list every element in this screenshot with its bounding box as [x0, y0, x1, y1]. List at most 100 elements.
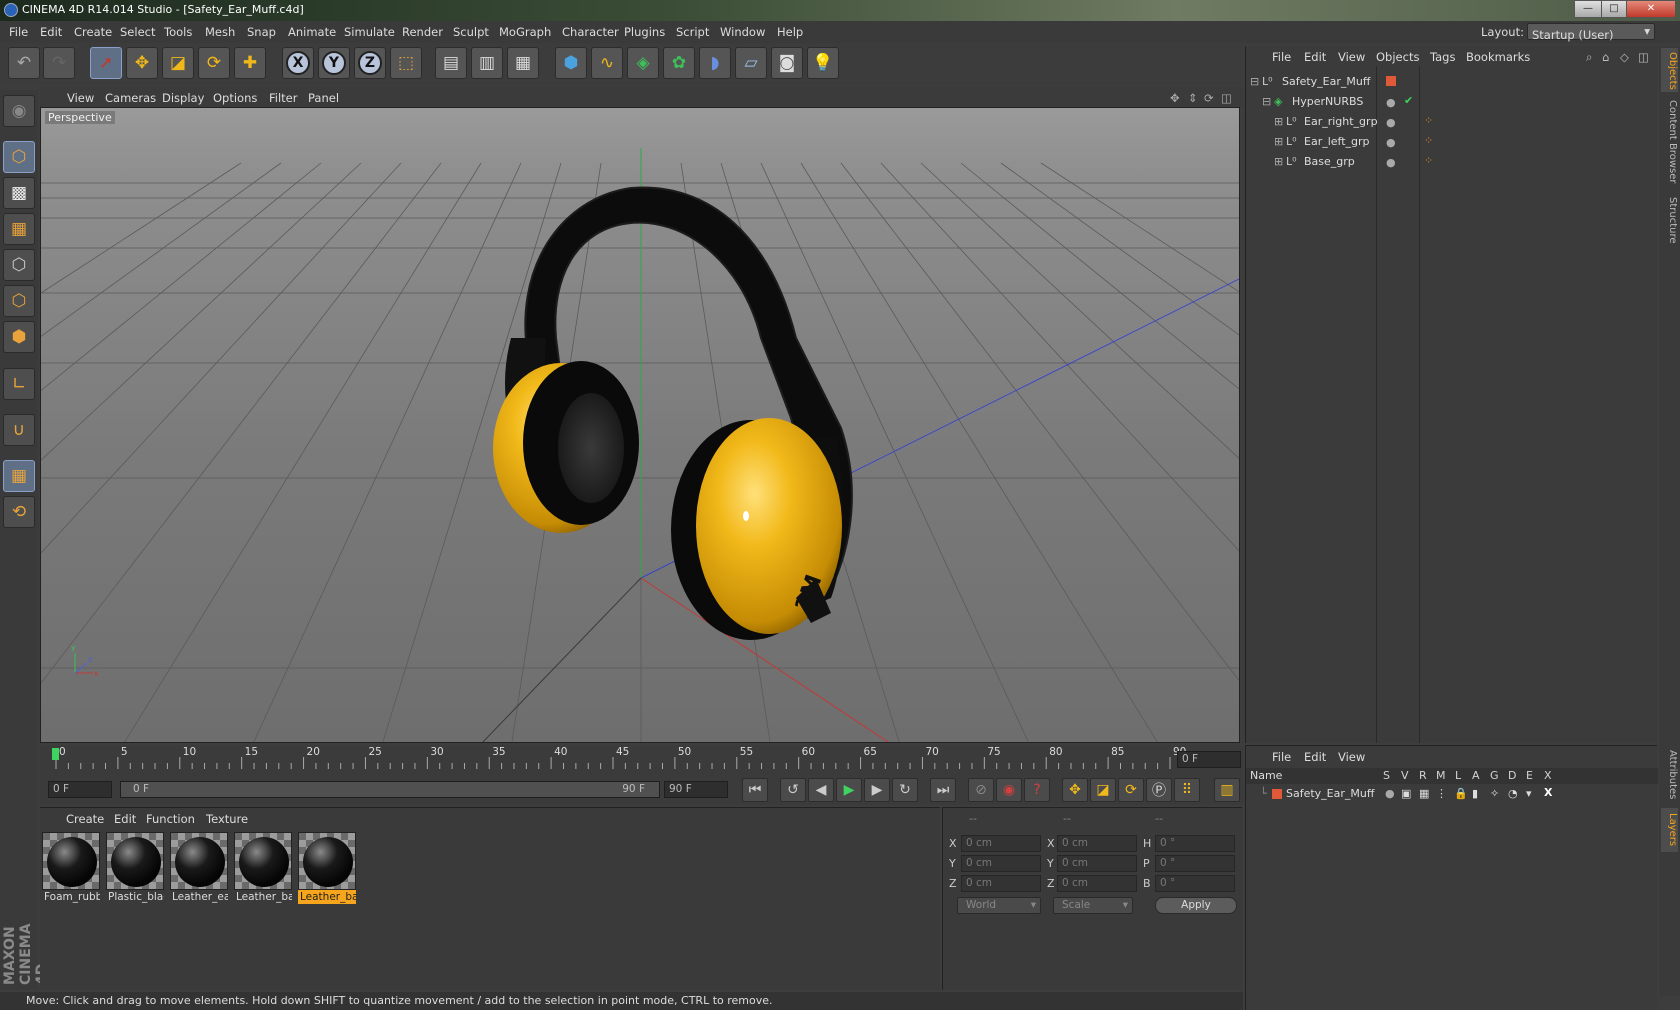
z-axis-icon[interactable]: Z [354, 47, 386, 79]
next-frame-icon[interactable]: ▶ [864, 778, 890, 802]
perspective-viewport[interactable]: 3M y x z Perspective [40, 107, 1240, 743]
expand-icon[interactable]: ⊞ [1274, 135, 1283, 148]
autokeying-icon[interactable]: ◉ [996, 778, 1022, 802]
menu-mesh[interactable]: Mesh [205, 25, 235, 39]
collapse-icon[interactable]: ⊟ [1250, 75, 1259, 88]
visibility-dot-icon[interactable]: ● [1386, 136, 1396, 149]
expand-panel-icon[interactable]: ◫ [1638, 50, 1649, 64]
menu-window[interactable]: Window [720, 25, 765, 39]
tab-structure[interactable]: Structure [1661, 192, 1678, 248]
layer-menu-view[interactable]: View [1338, 750, 1365, 764]
minimize-button[interactable]: — [1574, 0, 1602, 18]
edit-render-settings-icon[interactable]: ▦ [507, 47, 539, 79]
enabled-check-icon[interactable]: ✔ [1404, 94, 1413, 107]
visibility-dot-icon[interactable]: ● [1386, 116, 1396, 129]
previous-key-icon[interactable]: ↺ [780, 778, 806, 802]
material-swatch[interactable]: Foam_rubb [42, 832, 100, 904]
end-frame-field[interactable]: 90 F [664, 781, 728, 798]
material-menu-edit[interactable]: Edit [114, 812, 136, 826]
polygons-mode-icon[interactable]: ⬢ [3, 321, 35, 353]
view-icon[interactable]: ◇ [1620, 50, 1629, 64]
go-to-start-icon[interactable]: ⏮ [742, 778, 768, 802]
object-row[interactable]: ⊟ L⁰ Safety_Ear_Muff [1246, 72, 1658, 92]
key-position-icon[interactable]: ✥ [1062, 778, 1088, 802]
planar-workplane-icon[interactable]: ⟲ [3, 496, 35, 528]
maximize-button[interactable]: □ [1601, 0, 1627, 18]
keyframe-selection-icon[interactable]: ? [1024, 778, 1050, 802]
material-swatch-selected[interactable]: Leather_ba [298, 832, 356, 904]
redo-icon[interactable]: ↷ [43, 47, 75, 79]
solo-icon[interactable]: ● [1385, 787, 1395, 800]
viewport-move-icon[interactable]: ✥ [1170, 91, 1180, 105]
material-menu-texture[interactable]: Texture [206, 812, 248, 826]
timeline-ruler[interactable]: 051015202530354045505560657075808590 0 F [40, 745, 1243, 775]
tab-content-browser[interactable]: Content Browser [1661, 96, 1678, 188]
object-menu-objects[interactable]: Objects [1376, 50, 1419, 64]
layer-menu-file[interactable]: File [1272, 750, 1291, 764]
rotate-icon[interactable]: ⟳ [198, 47, 230, 79]
menu-edit[interactable]: Edit [40, 25, 62, 39]
position-x-field[interactable]: 0 cm [961, 835, 1041, 852]
floor-icon[interactable]: ▱ [735, 47, 767, 79]
undo-icon[interactable]: ↶ [8, 47, 40, 79]
menu-render[interactable]: Render [402, 25, 443, 39]
expand-icon[interactable]: ⊞ [1274, 155, 1283, 168]
expand-icon[interactable]: ⊞ [1274, 115, 1283, 128]
menu-mograph[interactable]: MoGraph [499, 25, 551, 39]
viewport-zoom-icon[interactable]: ⇕ [1188, 91, 1198, 105]
record-active-objects-icon[interactable]: ⊘ [968, 778, 994, 802]
menu-character[interactable]: Character [562, 25, 619, 39]
visibility-dot-icon[interactable]: ● [1386, 96, 1396, 109]
deformer-icon[interactable]: ◗ [699, 47, 731, 79]
deformers-icon[interactable]: ◔ [1508, 787, 1518, 800]
next-key-icon[interactable]: ↻ [892, 778, 918, 802]
axis-mode-icon[interactable]: ∟ [3, 368, 35, 400]
menu-file[interactable]: File [9, 25, 28, 39]
world-coordinates-icon[interactable]: ⬚ [390, 47, 422, 79]
object-menu-file[interactable]: File [1272, 50, 1291, 64]
size-y-field[interactable]: 0 cm [1057, 855, 1137, 872]
render-icon[interactable]: ▦ [1419, 787, 1429, 800]
object-menu-bookmarks[interactable]: Bookmarks [1466, 50, 1530, 64]
render-view-icon[interactable]: ▤ [435, 47, 467, 79]
make-editable-icon[interactable]: ◉ [3, 95, 35, 127]
menu-simulate[interactable]: Simulate [344, 25, 395, 39]
tab-objects[interactable]: Objects [1661, 48, 1678, 92]
object-row[interactable]: ⊞ L⁰ Base_grp ● ⁘ [1246, 152, 1658, 172]
object-menu-tags[interactable]: Tags [1430, 50, 1455, 64]
menu-plugins[interactable]: Plugins [624, 25, 665, 39]
transform-mode-dropdown[interactable]: Scale ▾ [1053, 897, 1133, 914]
material-menu-create[interactable]: Create [66, 812, 104, 826]
render-picture-viewer-icon[interactable]: ▥ [471, 47, 503, 79]
menu-tools[interactable]: Tools [164, 25, 192, 39]
layout-dropdown[interactable]: Startup (User) ▾ [1527, 23, 1655, 42]
menu-help[interactable]: Help [777, 25, 803, 39]
menu-animate[interactable]: Animate [288, 25, 336, 39]
key-point-level-icon[interactable]: ⠿ [1174, 778, 1200, 802]
workplane-icon[interactable]: ▦ [3, 213, 35, 245]
viewport-maximize-icon[interactable]: ◫ [1221, 91, 1232, 105]
key-rotation-icon[interactable]: ⟳ [1118, 778, 1144, 802]
y-axis-icon[interactable]: Y [318, 47, 350, 79]
animation-icon[interactable]: ▮ [1472, 787, 1478, 800]
add-icon[interactable]: ✚ [234, 47, 266, 79]
go-to-end-icon[interactable]: ⏭ [930, 778, 956, 802]
scale-icon[interactable]: ◪ [162, 47, 194, 79]
material-menu-function[interactable]: Function [146, 812, 195, 826]
camera-icon[interactable]: ◙ [771, 47, 803, 79]
start-frame-field[interactable]: 0 F [48, 781, 112, 798]
current-frame-field[interactable]: 0 F [1177, 751, 1241, 768]
menu-sculpt[interactable]: Sculpt [453, 25, 489, 39]
snap-magnet-icon[interactable]: ∪ [3, 414, 35, 446]
visible-editor-icon[interactable]: ▣ [1401, 787, 1411, 800]
move-icon[interactable]: ✥ [126, 47, 158, 79]
home-icon[interactable]: ⌂ [1602, 50, 1609, 64]
spline-icon[interactable]: ∿ [591, 47, 623, 79]
workplane-lock-icon[interactable]: ▦ [3, 460, 35, 492]
menu-script[interactable]: Script [676, 25, 709, 39]
position-y-field[interactable]: 0 cm [961, 855, 1041, 872]
menu-create[interactable]: Create [74, 25, 112, 39]
coordinate-system-dropdown[interactable]: World ▾ [957, 897, 1041, 914]
collapse-icon[interactable]: ⊟ [1262, 95, 1271, 108]
visibility-dot-icon[interactable]: ● [1386, 156, 1396, 169]
